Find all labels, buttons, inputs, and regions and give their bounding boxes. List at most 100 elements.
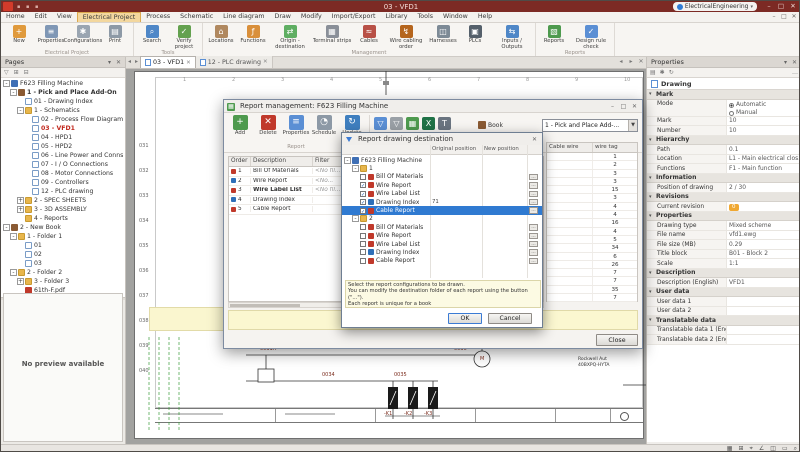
browse-button[interactable]: …	[529, 224, 538, 231]
tree-item-06-line-power-and-conns[interactable]: 06 - Line Power and Conns	[1, 151, 125, 160]
ribbon-button-properties[interactable]: ≡Properties	[36, 24, 66, 50]
filter-icon[interactable]: ▽	[4, 68, 9, 78]
mdi-minimize-button[interactable]: –	[769, 12, 779, 22]
configuration-combobox[interactable]: 1 - Pick and Place Add-... ▼	[542, 119, 638, 132]
section-user-data[interactable]: ▾User data	[647, 288, 800, 298]
checkbox-icon[interactable]: ✓	[360, 182, 366, 188]
tree-item-03-vfd1[interactable]: 03 - VFD1	[1, 124, 125, 133]
close-document-icon[interactable]: ✕	[636, 56, 646, 68]
ribbon-button-functions[interactable]: ƒFunctions	[238, 24, 268, 50]
property-value[interactable]: 1:1	[727, 259, 800, 268]
collapse-all-icon[interactable]: ⊟	[24, 68, 29, 78]
menu-tab-schematic[interactable]: Schematic	[175, 12, 218, 22]
zoom-icon[interactable]: ⌕	[794, 445, 797, 452]
property-value[interactable]: 0.29	[727, 240, 800, 249]
preview-row[interactable]: 4	[547, 228, 637, 236]
dest-report-cable-report[interactable]: Cable Report…	[342, 257, 542, 265]
close-button[interactable]: ✕	[787, 1, 799, 12]
document-tab-03-vfd1[interactable]: 03 - VFD1✕	[140, 56, 196, 68]
minimize-button[interactable]: –	[763, 1, 775, 12]
settings-icon[interactable]: ✱	[660, 69, 665, 76]
mdi-restore-button[interactable]: □	[779, 12, 789, 22]
menu-tab-window[interactable]: Window	[438, 12, 473, 22]
property-value[interactable]: VFD1	[727, 278, 800, 287]
preview-row[interactable]: 3	[547, 194, 637, 202]
collapse-expander-icon[interactable]: -	[10, 269, 17, 276]
layers-icon[interactable]: ◫	[770, 445, 776, 452]
ribbon-button-search[interactable]: ⌕Search	[137, 24, 167, 50]
grid-view-icon[interactable]: ▤	[650, 69, 656, 76]
checkbox-icon[interactable]	[360, 249, 366, 255]
tree-item-3-folder-3[interactable]: +3 - Folder 3	[1, 277, 125, 286]
browse-button[interactable]: …	[529, 207, 538, 214]
dest-report-wire-label-list[interactable]: ✓Wire Label List…	[342, 190, 542, 198]
excel-export-icon[interactable]: X	[422, 117, 435, 130]
mode-option-manual[interactable]: Manual	[729, 109, 799, 116]
property-value[interactable]: vfd1.ewg	[727, 231, 800, 240]
column-header-order[interactable]: Order	[229, 157, 251, 166]
column-header-cable-wire[interactable]: Cable wire	[547, 143, 593, 152]
menu-tab-library[interactable]: Library	[380, 12, 412, 22]
property-value[interactable]: F1 - Main function	[727, 164, 800, 173]
ribbon-button-harnesses[interactable]: ◫Harnesses	[428, 24, 458, 50]
tree-item-3-3d-assembly[interactable]: +3 - 3D ASSEMBLY	[1, 205, 125, 214]
close-button[interactable]: ✕	[629, 100, 640, 113]
section-translatable-data[interactable]: ▾Translatable data	[647, 316, 800, 326]
ribbon-button-locations[interactable]: ⌂Locations	[206, 24, 236, 50]
checkbox-icon[interactable]	[360, 241, 366, 247]
ribbon-button-plcs[interactable]: ▣PLCs	[460, 24, 490, 50]
property-value[interactable]: AutomaticManual	[727, 100, 800, 116]
tree-item-01[interactable]: 01	[1, 241, 125, 250]
collapse-expander-icon[interactable]: -	[344, 157, 351, 164]
scrollbar-thumb[interactable]	[230, 304, 300, 307]
close-tab-icon[interactable]: ✕	[186, 60, 191, 66]
column-header-new-position[interactable]: New position	[484, 145, 528, 154]
preview-row[interactable]: 3	[547, 170, 637, 178]
checkbox-icon[interactable]	[360, 174, 366, 180]
collapse-expander-icon[interactable]: -	[17, 107, 24, 114]
ribbon-button-wire-cabling-order[interactable]: ↯Wire cabling order	[386, 24, 426, 50]
dest-report-wire-report[interactable]: Wire Report…	[342, 232, 542, 240]
preview-row[interactable]: 1	[547, 153, 637, 161]
ribbon-button-design-rule-check[interactable]: ✓Design rule check	[571, 24, 611, 50]
section-description[interactable]: ▾Description	[647, 269, 800, 279]
close-icon[interactable]: ✕	[114, 57, 123, 68]
maximize-button[interactable]: □	[775, 1, 787, 12]
expand-expander-icon[interactable]: +	[17, 278, 24, 285]
expand-all-icon[interactable]: ⊞	[14, 68, 19, 78]
preview-row[interactable]: 2	[547, 161, 637, 169]
collapse-expander-icon[interactable]: -	[3, 224, 10, 231]
column-header-wire-tag[interactable]: wire tag	[593, 143, 637, 152]
property-value[interactable]: Mixed scheme	[727, 221, 800, 230]
cancel-button[interactable]: Cancel	[488, 313, 532, 324]
collapse-expander-icon[interactable]: -	[10, 89, 17, 96]
edit-icon[interactable]: …	[792, 69, 798, 76]
section-mark[interactable]: ▾Mark	[647, 90, 800, 100]
tree-item-07-i-o-connections[interactable]: 07 - I / O Connections	[1, 160, 125, 169]
preview-row[interactable]: 4	[547, 203, 637, 211]
browse-button[interactable]: …	[529, 249, 538, 256]
column-header-description[interactable]: Description	[251, 157, 313, 166]
quick-access-toolbar[interactable]: ▪ ▪ ▪	[17, 4, 40, 10]
close-tab-icon[interactable]: ✕	[263, 59, 268, 65]
section-hierarchy[interactable]: ▾Hierarchy	[647, 136, 800, 146]
menu-tab-import-export[interactable]: Import/Export	[327, 12, 381, 22]
pin-icon[interactable]: ▾	[781, 57, 790, 68]
preview-row[interactable]: 3	[547, 178, 637, 186]
preview-row[interactable]: 7	[547, 294, 637, 302]
report-toolbar-add[interactable]: +Add	[226, 115, 254, 137]
checkbox-icon[interactable]: ✓	[360, 199, 366, 205]
collapse-expander-icon[interactable]: -	[352, 215, 359, 222]
refresh-icon[interactable]: ↻	[669, 69, 674, 76]
snap-icon[interactable]: ⊞	[738, 445, 743, 452]
checkbox-icon[interactable]	[360, 224, 366, 230]
tree-item-2-new-book[interactable]: -2 - New Book	[1, 223, 125, 232]
dest-report-drawing-index[interactable]: ✓Drawing Index71…	[342, 198, 542, 206]
filter-clear-icon[interactable]: ▽	[390, 117, 403, 130]
preview-row[interactable]: 26	[547, 261, 637, 269]
preview-row[interactable]: 7	[547, 277, 637, 285]
dest-report-cable-report[interactable]: ✓Cable Report…	[342, 206, 542, 214]
menu-tab-view[interactable]: View	[52, 12, 77, 22]
property-value[interactable]: 0	[727, 202, 800, 211]
property-value[interactable]	[727, 326, 800, 335]
